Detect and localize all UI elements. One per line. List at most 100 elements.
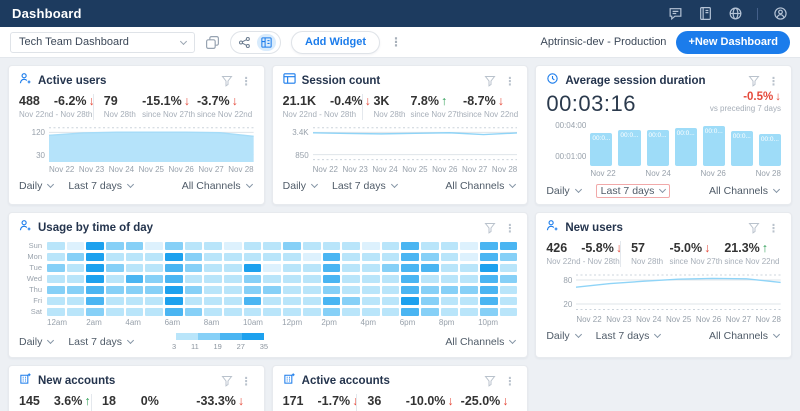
- share-icon[interactable]: [235, 34, 254, 51]
- heatmap-cell: [263, 242, 281, 250]
- heatmap-cell: [441, 242, 459, 250]
- heatmap-cell: [362, 286, 380, 294]
- filter-icon[interactable]: [221, 375, 233, 387]
- channels-dropdown[interactable]: All Channels: [709, 185, 779, 197]
- legend-swatch: [198, 333, 220, 340]
- heatmap-cell: [126, 253, 144, 261]
- channels-dropdown[interactable]: All Channels: [182, 180, 252, 192]
- card-menu-icon[interactable]: ⋮: [239, 75, 254, 88]
- heatmap-cell: [323, 297, 341, 305]
- heatmap-cell: [67, 242, 85, 250]
- chevron-down-icon: [246, 181, 253, 188]
- heatmap-cell: [382, 308, 400, 316]
- heatmap-cell: [460, 264, 478, 272]
- card-menu-icon[interactable]: ⋮: [766, 75, 781, 88]
- filter-icon[interactable]: [748, 222, 760, 234]
- heatmap-cell: [145, 242, 163, 250]
- legend-swatch: [176, 333, 198, 340]
- add-widget-button[interactable]: Add Widget: [291, 31, 380, 54]
- card-title: Active users: [38, 75, 215, 87]
- stat-delta: -3.7%: [197, 94, 230, 108]
- heatmap-cell: [323, 286, 341, 294]
- stat-delta: -0.4%: [330, 94, 363, 108]
- docs-icon[interactable]: [697, 6, 713, 22]
- filter-icon[interactable]: [221, 75, 233, 87]
- heatmap-cell: [67, 275, 85, 283]
- heatmap-cell: [106, 308, 124, 316]
- heatmap-cell: [441, 264, 459, 272]
- granularity-dropdown[interactable]: Daily: [546, 185, 580, 197]
- granularity-dropdown[interactable]: Daily: [19, 336, 53, 348]
- range-dropdown[interactable]: Last 7 days: [332, 180, 397, 192]
- heatmap-cell: [185, 308, 203, 316]
- heatmap-cell: [342, 275, 360, 283]
- heatmap-cell: [224, 297, 242, 305]
- card-footer: Daily Last 7 days All Channels: [283, 180, 518, 192]
- heatmap-cell: [283, 286, 301, 294]
- copy-icon[interactable]: [205, 35, 220, 50]
- range-dropdown[interactable]: Last 7 days: [596, 184, 671, 198]
- stat-sub: Nov 22nd - Nov 28th: [19, 110, 80, 119]
- channels-dropdown[interactable]: All Channels: [445, 336, 515, 348]
- range-dropdown[interactable]: Last 7 days: [68, 180, 133, 192]
- filter-icon[interactable]: [484, 375, 496, 387]
- filter-icon[interactable]: [484, 222, 496, 234]
- heatmap-cell: [263, 308, 281, 316]
- dashboard-select[interactable]: Tech Team Dashboard: [10, 32, 195, 53]
- heatmap-cell: [145, 264, 163, 272]
- heatmap-cell: [204, 242, 222, 250]
- granularity-dropdown[interactable]: Daily: [283, 180, 317, 192]
- profile-icon[interactable]: [772, 6, 788, 22]
- channels-dropdown[interactable]: All Channels: [445, 180, 515, 192]
- heatmap-cell: [204, 264, 222, 272]
- chevron-down-icon: [575, 331, 582, 338]
- heatmap-cell: [185, 286, 203, 294]
- layout-icon[interactable]: [257, 34, 276, 51]
- card-menu-icon[interactable]: ⋮: [766, 222, 781, 235]
- heatmap-cell: [362, 308, 380, 316]
- stats-row: 21.1K-0.4%↓ Nov 22nd - Nov 28th 3K Nov 2…: [283, 94, 518, 120]
- heatmap-cell: [362, 264, 380, 272]
- chevron-down-icon: [180, 37, 187, 44]
- heatmap-cell: [126, 286, 144, 294]
- range-dropdown[interactable]: Last 7 days: [68, 336, 133, 348]
- card-menu-icon[interactable]: ⋮: [502, 375, 517, 388]
- heatmap-cell: [401, 275, 419, 283]
- new-accounts-icon: [19, 372, 32, 390]
- card-footer: Daily Last 7 days All Channels: [546, 184, 781, 198]
- granularity-dropdown[interactable]: Daily: [546, 330, 580, 342]
- heatmap-cell: [47, 308, 65, 316]
- stat-sub: since Nov 22nd: [724, 257, 768, 266]
- chevron-down-icon: [311, 181, 318, 188]
- toolbar-kebab-icon[interactable]: ⋮: [390, 36, 402, 48]
- stat-delta: -1.7%: [318, 394, 351, 408]
- granularity-dropdown[interactable]: Daily: [19, 180, 53, 192]
- chevron-down-icon: [773, 186, 780, 193]
- chevron-down-icon: [654, 331, 661, 338]
- trend-arrow-icon: ↓: [232, 94, 238, 108]
- globe-icon[interactable]: [727, 6, 743, 22]
- filter-icon[interactable]: [748, 75, 760, 87]
- new-dashboard-button[interactable]: +New Dashboard: [676, 31, 790, 54]
- heatmap-cell: [500, 297, 518, 305]
- chevron-down-icon: [391, 181, 398, 188]
- card-menu-icon[interactable]: ⋮: [502, 222, 517, 235]
- heatmap-cell: [303, 242, 321, 250]
- stat-delta: -5.8%: [581, 241, 614, 255]
- card-menu-icon[interactable]: ⋮: [239, 375, 254, 388]
- chat-icon[interactable]: [667, 6, 683, 22]
- trend-arrow-icon: ↓: [502, 394, 508, 408]
- heatmap-cell: [47, 275, 65, 283]
- heatmap-cell: [441, 308, 459, 316]
- heatmap-cell: [67, 253, 85, 261]
- card-menu-icon[interactable]: ⋮: [502, 75, 517, 88]
- trend-arrow-icon: ↑: [762, 241, 768, 255]
- avg-session-duration-chart: 00:0...00:0...00:0...00:0...00:0...00:0.…: [546, 120, 781, 178]
- channels-dropdown[interactable]: All Channels: [709, 330, 779, 342]
- heatmap-cell: [480, 275, 498, 283]
- filter-icon[interactable]: [484, 75, 496, 87]
- duration-value: 00:03:16: [546, 91, 636, 117]
- range-dropdown[interactable]: Last 7 days: [596, 330, 661, 342]
- heatmap-cell: [86, 308, 104, 316]
- card-footer: Daily Last 7 days All Channels: [19, 180, 254, 192]
